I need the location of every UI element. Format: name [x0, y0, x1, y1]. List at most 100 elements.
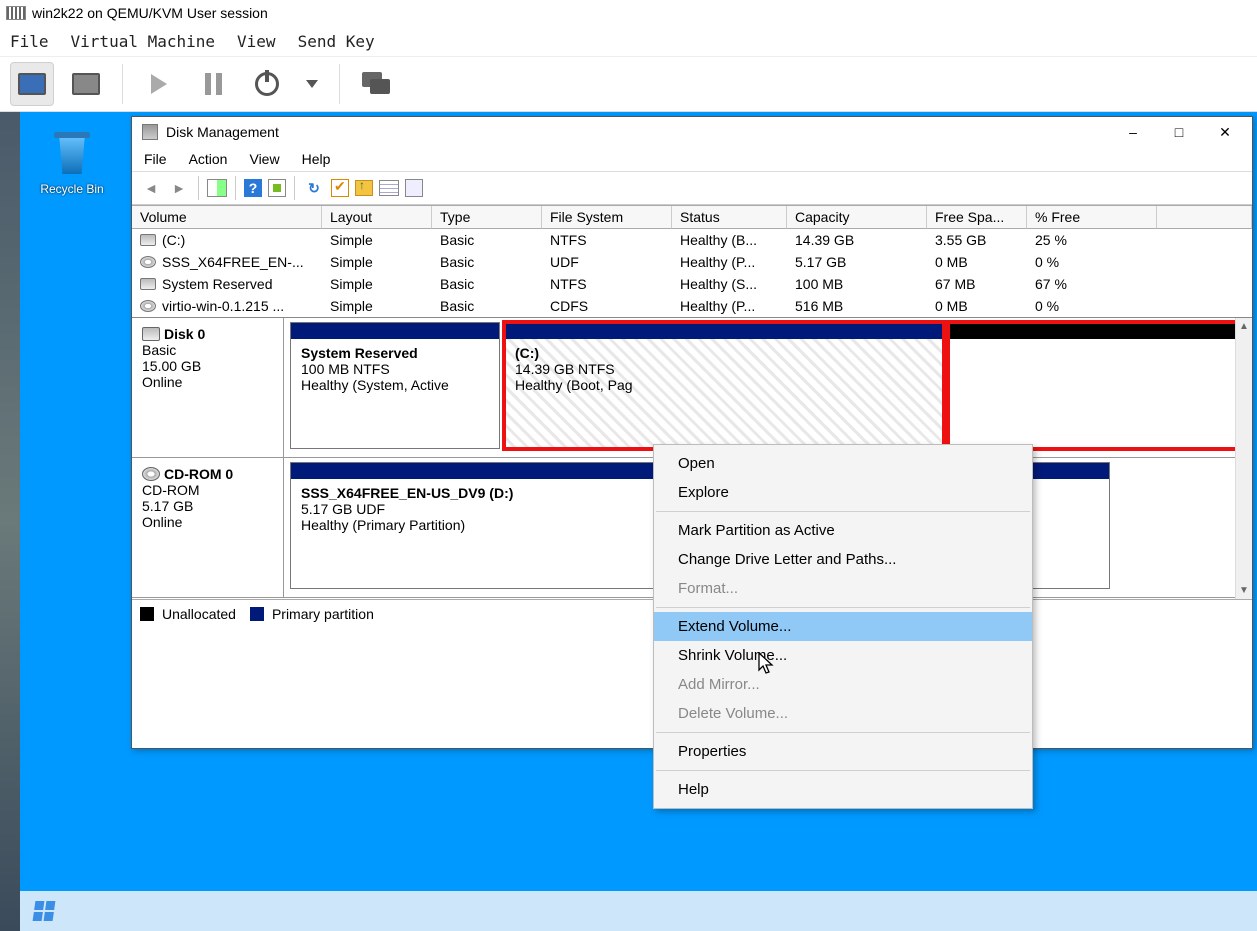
dm-app-icon [142, 124, 158, 140]
help-icon[interactable] [244, 179, 262, 197]
ctx-properties[interactable]: Properties [654, 737, 1032, 766]
volume-cell: 67 MB [927, 273, 1027, 295]
ctx-explore[interactable]: Explore [654, 478, 1032, 507]
ctx-mark-active[interactable]: Mark Partition as Active [654, 516, 1032, 545]
properties-icon[interactable] [405, 179, 423, 197]
dm-menu-action[interactable]: Action [189, 151, 228, 167]
settings-icon[interactable] [268, 179, 286, 197]
cdrom-part-line1: 5.17 GB UDF [301, 501, 385, 517]
host-window-title: win2k22 on QEMU/KVM User session [32, 5, 268, 21]
volume-cell: CDFS [542, 295, 672, 317]
volume-row[interactable]: System ReservedSimpleBasicNTFSHealthy (S… [132, 273, 1252, 295]
menu-sendkey[interactable]: Send Key [298, 32, 375, 51]
volume-cell: 0 MB [927, 295, 1027, 317]
cdrom0-label: CD-ROM 0 [164, 466, 233, 482]
dm-title: Disk Management [166, 124, 279, 140]
shutdown-menu-caret[interactable] [299, 62, 325, 106]
partition-unallocated[interactable] [948, 322, 1246, 449]
recycle-bin-label: Recycle Bin [32, 182, 112, 196]
cdrom-icon [142, 467, 160, 481]
ctx-change-letter[interactable]: Change Drive Letter and Paths... [654, 545, 1032, 574]
host-toolbar [0, 56, 1257, 112]
col-status[interactable]: Status [672, 206, 787, 229]
col-pct[interactable]: % Free [1027, 206, 1157, 229]
disk0-type: Basic [142, 342, 273, 358]
menu-vm[interactable]: Virtual Machine [71, 32, 216, 51]
volume-cell: 5.17 GB [787, 251, 927, 273]
nav-back-icon[interactable] [140, 177, 162, 199]
volume-cell: Healthy (P... [672, 251, 787, 273]
shutdown-button[interactable] [245, 62, 289, 106]
ctx-shrink-volume[interactable]: Shrink Volume... [654, 641, 1032, 670]
volume-row[interactable]: (C:)SimpleBasicNTFSHealthy (B...14.39 GB… [132, 229, 1252, 251]
fullscreen-button[interactable] [354, 62, 398, 106]
nav-forward-icon[interactable] [168, 177, 190, 199]
volume-cell: 0 MB [927, 251, 1027, 273]
recycle-bin-icon [48, 130, 96, 178]
ctx-add-mirror[interactable]: Add Mirror... [654, 670, 1032, 699]
close-button[interactable]: ✕ [1202, 117, 1248, 147]
dm-menu-help[interactable]: Help [302, 151, 331, 167]
volume-cell: Simple [322, 251, 432, 273]
disk-icon [142, 327, 160, 341]
ctx-delete-volume[interactable]: Delete Volume... [654, 699, 1032, 728]
view-grid-icon[interactable] [207, 179, 227, 197]
legend-primary-swatch [250, 607, 264, 621]
legend-unalloc: Unallocated [162, 606, 236, 622]
console-button[interactable] [10, 62, 54, 106]
volume-cell: Healthy (B... [672, 229, 787, 251]
cd-volume-icon [140, 256, 156, 268]
col-capacity[interactable]: Capacity [787, 206, 927, 229]
c-line2: Healthy (Boot, Pag [515, 377, 633, 393]
cdrom0-type: CD-ROM [142, 482, 273, 498]
volume-cell: Healthy (S... [672, 273, 787, 295]
maximize-button[interactable]: □ [1156, 117, 1202, 147]
refresh-icon[interactable] [303, 177, 325, 199]
dm-menu-file[interactable]: File [144, 151, 167, 167]
guest-desktop: Recycle Bin Disk Management – □ ✕ File A… [20, 112, 1257, 931]
rescan-icon[interactable] [331, 179, 349, 197]
volume-cell: Basic [432, 251, 542, 273]
partition-system-reserved[interactable]: System Reserved 100 MB NTFS Healthy (Sys… [290, 322, 500, 449]
menu-file[interactable]: File [10, 32, 49, 51]
dm-menu-view[interactable]: View [249, 151, 279, 167]
attach-vhd-icon[interactable] [355, 180, 373, 196]
recycle-bin[interactable]: Recycle Bin [32, 130, 112, 196]
ctx-extend-volume[interactable]: Extend Volume... [654, 612, 1032, 641]
col-fs[interactable]: File System [542, 206, 672, 229]
run-button[interactable] [137, 62, 181, 106]
volume-row[interactable]: virtio-win-0.1.215 ...SimpleBasicCDFSHea… [132, 295, 1252, 317]
disk0-label: Disk 0 [164, 326, 205, 342]
volume-cell: Simple [322, 273, 432, 295]
host-menubar: File Virtual Machine View Send Key [0, 26, 1257, 56]
volume-cell: NTFS [542, 229, 672, 251]
taskbar[interactable] [20, 891, 1257, 931]
c-title: (C:) [515, 345, 539, 361]
hdd-volume-icon [140, 278, 156, 290]
col-type[interactable]: Type [432, 206, 542, 229]
col-volume[interactable]: Volume [132, 206, 322, 229]
start-button[interactable] [20, 891, 68, 931]
disk-pane-scrollbar[interactable]: ▲ ▼ [1235, 318, 1252, 599]
menu-view[interactable]: View [237, 32, 276, 51]
ctx-help[interactable]: Help [654, 775, 1032, 804]
partition-c[interactable]: (C:) 14.39 GB NTFS Healthy (Boot, Pag [504, 322, 944, 449]
col-layout[interactable]: Layout [322, 206, 432, 229]
volume-row[interactable]: SSS_X64FREE_EN-...SimpleBasicUDFHealthy … [132, 251, 1252, 273]
col-free[interactable]: Free Spa... [927, 206, 1027, 229]
volume-cell: 67 % [1027, 273, 1157, 295]
ctx-format[interactable]: Format... [654, 574, 1032, 603]
ctx-open[interactable]: Open [654, 449, 1032, 478]
details-button[interactable] [64, 62, 108, 106]
pause-button[interactable] [191, 62, 235, 106]
action-list-icon[interactable] [379, 180, 399, 196]
sysres-title: System Reserved [301, 345, 418, 361]
minimize-button[interactable]: – [1110, 117, 1156, 147]
volume-cell: System Reserved [132, 273, 322, 295]
volume-cell: 14.39 GB [787, 229, 927, 251]
disk0-state: Online [142, 374, 273, 390]
volume-cell: 100 MB [787, 273, 927, 295]
volume-cell: SSS_X64FREE_EN-... [132, 251, 322, 273]
cdrom-part-line2: Healthy (Primary Partition) [301, 517, 465, 533]
sysres-line2: Healthy (System, Active [301, 377, 449, 393]
